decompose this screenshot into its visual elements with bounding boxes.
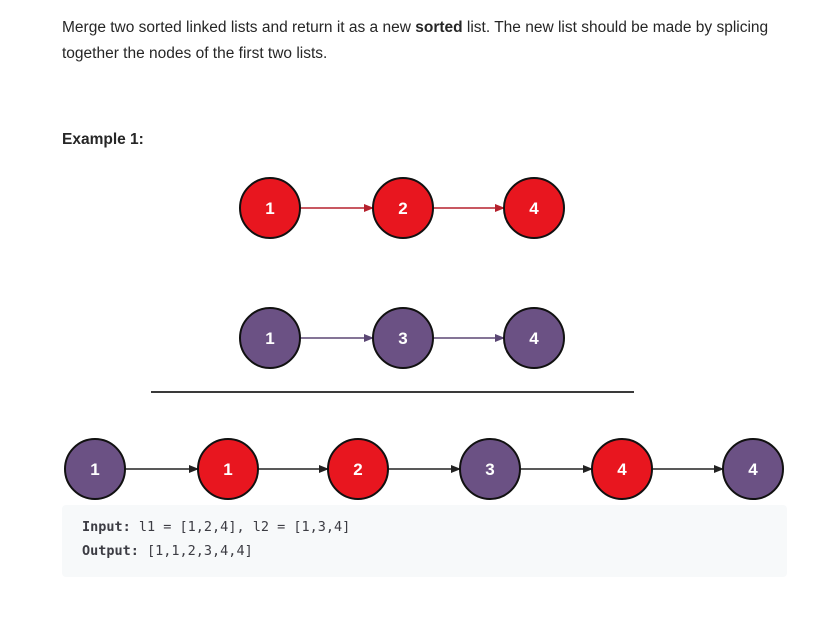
list-l2: 1 3 4 xyxy=(239,307,565,369)
node-value: 1 xyxy=(90,460,99,479)
input-label: Input: xyxy=(82,519,131,535)
node-value: 4 xyxy=(529,199,539,218)
input-line: Input: l1 = [1,2,4], l2 = [1,3,4] xyxy=(82,519,350,535)
list-node: 1 xyxy=(64,438,126,500)
list-node: 1 xyxy=(197,438,259,500)
input-value: l1 = [1,2,4], l2 = [1,3,4] xyxy=(130,519,351,535)
node-value: 2 xyxy=(353,460,362,479)
list-node: 3 xyxy=(372,307,434,369)
list-l1: 1 2 4 xyxy=(239,177,565,239)
list-node: 4 xyxy=(722,438,784,500)
list-node: 1 xyxy=(239,177,301,239)
node-value: 3 xyxy=(485,460,494,479)
node-value: 3 xyxy=(398,329,407,348)
list-node: 3 xyxy=(459,438,521,500)
node-value: 1 xyxy=(223,460,232,479)
node-value: 4 xyxy=(617,460,627,479)
node-value: 1 xyxy=(265,199,274,218)
list-node: 4 xyxy=(591,438,653,500)
output-label: Output: xyxy=(82,543,139,559)
list-node: 2 xyxy=(327,438,389,500)
list-node: 4 xyxy=(503,307,565,369)
list-node: 2 xyxy=(372,177,434,239)
node-value: 2 xyxy=(398,199,407,218)
output-value: [1,1,2,3,4,4] xyxy=(138,543,253,559)
example-code-block: Input: l1 = [1,2,4], l2 = [1,3,4] Output… xyxy=(62,505,787,577)
list-merged: 1 1 2 3 4 4 xyxy=(64,438,784,500)
node-value: 1 xyxy=(265,329,274,348)
node-value: 4 xyxy=(529,329,539,348)
list-node: 1 xyxy=(239,307,301,369)
linked-list-diagram: 1 2 4 1 3 4 1 1 2 3 4 4 xyxy=(64,177,784,500)
output-line: Output: [1,1,2,3,4,4] xyxy=(82,543,253,559)
list-node: 4 xyxy=(503,177,565,239)
node-value: 4 xyxy=(748,460,758,479)
